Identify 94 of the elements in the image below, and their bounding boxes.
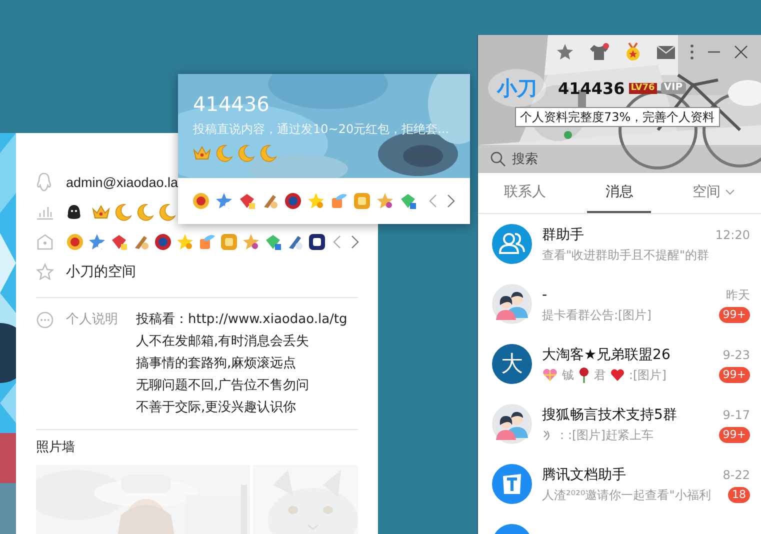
crown-icon: [193, 145, 211, 161]
badge-icon: [154, 233, 172, 251]
badge-icon: [88, 233, 106, 251]
moon-icon: [114, 203, 132, 221]
bio-line: 投稿看：http://www.xiaodao.la/tg: [136, 311, 348, 329]
people-avatar[interactable]: [492, 404, 532, 444]
house-icon: [36, 233, 54, 251]
moon-icon: [158, 203, 176, 221]
chat-name: -: [542, 286, 548, 304]
previous-button[interactable]: [428, 194, 438, 208]
message-preview: ：:[图片]赶紧上车: [556, 426, 654, 442]
badge-icon: [242, 233, 260, 251]
bio-label: 个人说明: [66, 311, 119, 329]
qq-number: 414436: [193, 92, 270, 116]
signature-text: 投稿直说内容，通过发10~20元红包，拒绝套...: [193, 121, 450, 137]
unread-badge: 99+: [718, 426, 750, 442]
crown-icon: [92, 204, 110, 220]
space-link[interactable]: 小刀的空间: [66, 263, 136, 281]
previous-button[interactable]: [332, 235, 342, 249]
shirt-icon[interactable]: [588, 43, 610, 61]
tab[interactable]: 消息: [587, 173, 652, 213]
message-preview: 提卡看群公告:[图片]: [542, 306, 652, 322]
badge-icon: [308, 233, 326, 251]
badge-icon: [176, 233, 194, 251]
bio-line: 不善于交际,更没兴趣认识你: [136, 399, 298, 417]
badge-icon: [66, 233, 84, 251]
badge-icon: [220, 233, 238, 251]
moon-icon: [237, 144, 255, 162]
message-preview: :[图片]: [629, 366, 666, 382]
badge-icon: [399, 192, 417, 210]
section-title: 照片墙: [36, 439, 76, 456]
more-icon: [36, 311, 54, 329]
badge-icon: [215, 192, 233, 210]
medal-icon[interactable]: [624, 42, 642, 62]
badge-icon: [286, 233, 304, 251]
message-preview: 人渣²⁰²⁰邀请你一起查看"小福利: [542, 486, 711, 502]
tab[interactable]: 空间: [674, 173, 754, 213]
heart-gift-icon: [542, 368, 558, 382]
badge-icon: [238, 192, 256, 210]
message-time: 12:20: [715, 226, 750, 244]
close-icon[interactable]: [734, 45, 748, 59]
avatar[interactable]: 大: [492, 344, 532, 384]
tab[interactable]: 联系人: [486, 173, 564, 213]
tooltip: 个人资料完整度73%，完善个人资料: [515, 107, 720, 127]
message-time: 9-23: [722, 346, 750, 364]
message-time: 昨天: [726, 286, 750, 304]
bio-line: 搞事情的套路狗,麻烦滚远点: [136, 355, 298, 373]
chat-name: 搜狐畅言技术支持5群: [542, 406, 678, 424]
vip-badge: VIP: [660, 82, 686, 94]
penguin-icon: [66, 204, 82, 220]
badge-icon: [376, 192, 394, 210]
search-icon: [490, 151, 506, 167]
email-text: admin@xiaodao.la: [66, 174, 178, 190]
chat-name: 腾讯文档助手: [542, 466, 627, 484]
penguin-outline-icon: [36, 172, 52, 192]
star-badge-icon[interactable]: [556, 43, 574, 61]
more-vertical-icon[interactable]: [690, 44, 694, 60]
heart-icon: [610, 368, 625, 382]
rose-icon: [578, 366, 590, 382]
badge-icon: [284, 192, 302, 210]
badge-icon: [261, 192, 279, 210]
badge-icon: [110, 233, 128, 251]
message-preview: 查看"收进群助手且不提醒"的群: [542, 246, 710, 262]
badge-icon: [198, 233, 216, 251]
mail-icon[interactable]: [656, 44, 676, 60]
people-avatar[interactable]: [492, 284, 532, 324]
chat-name: 群助手: [542, 226, 585, 244]
document-avatar[interactable]: [492, 464, 532, 504]
badge-icon: [330, 192, 348, 210]
moon-icon: [215, 144, 233, 162]
chat-name: 大淘客★兄弟联盟26: [542, 346, 672, 364]
bio-line: 人不在发邮箱,有时消息会丢失: [136, 333, 310, 351]
next-button[interactable]: [350, 235, 360, 249]
next-button[interactable]: [446, 194, 456, 208]
message-preview: 铖: [562, 366, 574, 382]
badge-icon: [132, 233, 150, 251]
message-time: 8-22: [722, 466, 750, 484]
unread-badge: 99+: [718, 366, 750, 382]
moon-icon: [136, 203, 154, 221]
badge-icon: [192, 192, 210, 210]
qq-number: 414436: [558, 78, 625, 98]
unread-badge: 99+: [718, 306, 750, 322]
message-preview: 君: [594, 366, 606, 382]
unread-badge: 18: [728, 486, 750, 502]
message-time: 9-17: [722, 406, 750, 424]
star-outline-icon: [36, 263, 54, 281]
badge-icon: [353, 192, 371, 210]
group-avatar[interactable]: [492, 224, 532, 264]
squiggle-icon: [542, 428, 552, 442]
badge-icon: [307, 192, 325, 210]
bar-chart-icon: [36, 204, 54, 220]
moon-icon: [259, 144, 277, 162]
badge-icon: [264, 233, 282, 251]
bio-line: 无聊问题不回,广告位不售勿问: [136, 377, 310, 395]
